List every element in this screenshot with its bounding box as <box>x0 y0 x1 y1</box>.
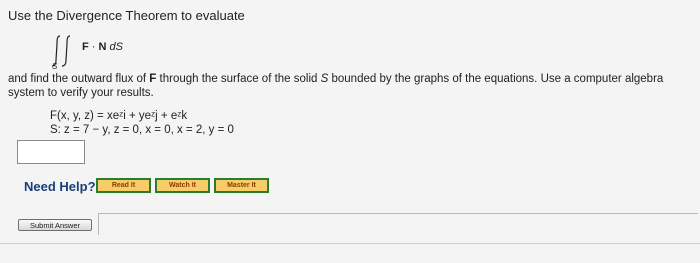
submit-row: Submit Answer <box>18 213 698 235</box>
surface-integral: S F · N dS <box>48 32 138 71</box>
instructions-part1: and find the outward flux of <box>8 73 150 85</box>
intro-text: Use the Divergence Theorem to evaluate <box>8 8 245 23</box>
submit-answer-button[interactable]: Submit Answer <box>18 219 92 231</box>
normal-n: N <box>98 41 107 53</box>
instructions-part2: through the surface of the solid <box>156 73 321 85</box>
vector-field-equation: F(x, y, z) = xeᶻi + yeᶻj + eᶻk <box>50 110 188 122</box>
master-it-button[interactable]: Master It <box>214 178 269 193</box>
surface-equations: S: z = 7 − y, z = 0, x = 0, x = 2, y = 0 <box>50 124 234 136</box>
answer-input[interactable] <box>17 140 85 164</box>
instructions-text: and find the outward flux of F through t… <box>8 72 696 100</box>
footer-divider <box>0 243 700 244</box>
integrand: F · N dS <box>82 41 123 53</box>
differential-ds: dS <box>109 41 124 53</box>
watch-it-button[interactable]: Watch It <box>155 178 210 193</box>
read-it-button[interactable]: Read It <box>96 178 151 193</box>
need-help-label: Need Help? <box>24 179 96 194</box>
question-panel: Use the Divergence Theorem to evaluate S… <box>0 0 700 263</box>
integral-subscript: S <box>52 62 58 71</box>
vector-f: F <box>82 41 89 53</box>
dot-operator: · <box>91 41 96 53</box>
submit-divider <box>98 213 698 235</box>
